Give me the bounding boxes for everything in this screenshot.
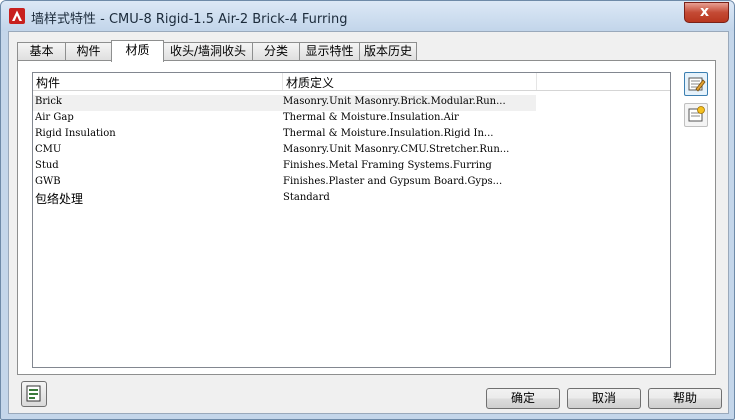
table-row[interactable]: CMU Masonry.Unit Masonry.CMU.Stretcher.R… <box>33 143 536 159</box>
component-cell: CMU <box>35 144 62 155</box>
component-cell: 包络处理 <box>35 192 84 206</box>
tab-components[interactable]: 构件 <box>65 42 112 60</box>
component-cell: Rigid Insulation <box>35 128 116 139</box>
autocad-app-icon <box>9 8 25 24</box>
column-header-material[interactable]: 材质定义 <box>286 74 334 90</box>
table-row[interactable]: GWB Finishes.Plaster and Gypsum Board.Gy… <box>33 175 536 191</box>
grid-header: 构件 材质定义 <box>33 73 670 91</box>
new-material-button[interactable] <box>684 103 708 127</box>
tab-display-properties[interactable]: 显示特性 <box>299 42 360 60</box>
style-browser-icon <box>26 385 41 402</box>
materials-grid[interactable]: 构件 材质定义 Brick Masonry.Unit Masonry.Brick… <box>32 72 671 368</box>
tab-basic[interactable]: 基本 <box>17 42 66 60</box>
new-material-icon <box>688 106 705 122</box>
material-cell[interactable]: Thermal & Moisture.Insulation.Air <box>283 112 459 123</box>
component-cell: Stud <box>35 160 59 171</box>
tab-classification[interactable]: 分类 <box>252 42 300 60</box>
table-row[interactable]: Brick Masonry.Unit Masonry.Brick.Modular… <box>33 95 536 111</box>
material-cell[interactable]: Masonry.Unit Masonry.CMU.Stretcher.Run..… <box>283 144 509 155</box>
edit-material-button[interactable] <box>684 72 708 96</box>
materials-panel: 构件 材质定义 Brick Masonry.Unit Masonry.Brick… <box>17 60 716 375</box>
style-browser-button[interactable] <box>21 381 47 407</box>
cancel-button[interactable]: 取消 <box>567 388 641 409</box>
ok-button[interactable]: 确定 <box>486 388 560 409</box>
help-button[interactable]: 帮助 <box>648 388 722 409</box>
material-cell[interactable]: Thermal & Moisture.Insulation.Rigid In..… <box>283 128 493 139</box>
table-row[interactable]: 包络处理 Standard <box>33 191 536 207</box>
table-row[interactable]: Rigid Insulation Thermal & Moisture.Insu… <box>33 127 536 143</box>
column-divider[interactable] <box>536 73 537 90</box>
column-divider[interactable] <box>282 73 283 90</box>
close-icon: x <box>700 4 710 20</box>
tab-version-history[interactable]: 版本历史 <box>359 42 417 60</box>
component-cell: Air Gap <box>35 112 74 123</box>
window-title: 墙样式特性 - CMU-8 Rigid-1.5 Air-2 Brick-4 Fu… <box>31 12 348 27</box>
table-row[interactable]: Stud Finishes.Metal Framing Systems.Furr… <box>33 159 536 175</box>
column-header-component[interactable]: 构件 <box>36 74 60 90</box>
material-cell[interactable]: Standard <box>283 192 330 203</box>
close-button[interactable]: x <box>684 2 729 23</box>
dialog-body: 基本 构件 材质 收头/墙洞收头 分类 显示特性 版本历史 构件 材质定义 Br… <box>8 31 729 414</box>
component-cell: GWB <box>35 176 61 187</box>
dialog-window: 墙样式特性 - CMU-8 Rigid-1.5 Air-2 Brick-4 Fu… <box>0 0 735 420</box>
tab-materials[interactable]: 材质 <box>111 40 164 62</box>
material-cell[interactable]: Finishes.Metal Framing Systems.Furring <box>283 160 492 171</box>
edit-material-icon <box>688 77 706 92</box>
material-cell[interactable]: Masonry.Unit Masonry.Brick.Modular.Run..… <box>283 96 506 107</box>
component-cell: Brick <box>35 96 62 107</box>
title-bar[interactable]: 墙样式特性 - CMU-8 Rigid-1.5 Air-2 Brick-4 Fu… <box>1 1 734 31</box>
table-row[interactable]: Air Gap Thermal & Moisture.Insulation.Ai… <box>33 111 536 127</box>
material-cell[interactable]: Finishes.Plaster and Gypsum Board.Gyps..… <box>283 176 502 187</box>
tab-endcaps[interactable]: 收头/墙洞收头 <box>163 42 253 60</box>
